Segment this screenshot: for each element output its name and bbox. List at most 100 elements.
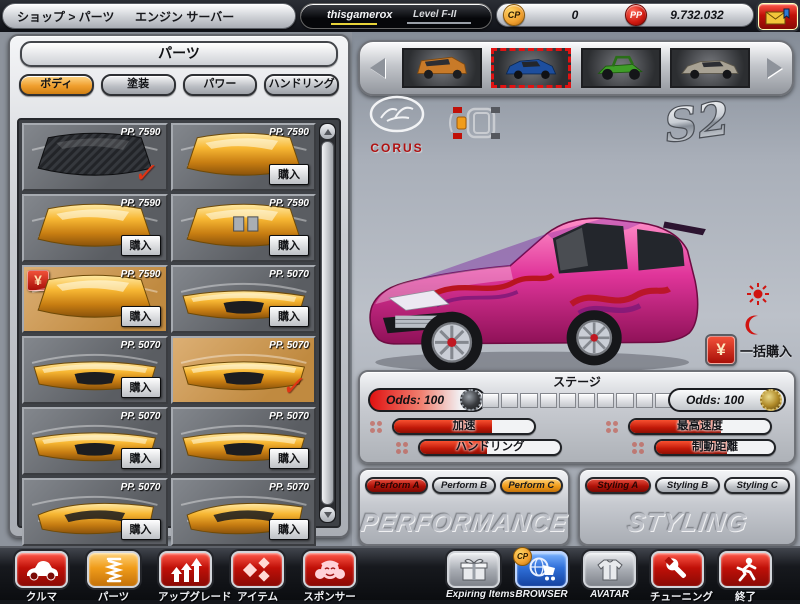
buy-button[interactable]: 購入 bbox=[120, 235, 161, 256]
carousel-left-arrow[interactable] bbox=[370, 58, 385, 78]
cp-balance: 0 bbox=[571, 8, 579, 22]
mail-button[interactable] bbox=[758, 3, 798, 30]
part-item-front-bumper-equipped[interactable]: PP. 5070 ✓ bbox=[170, 336, 316, 404]
car-thumb-blue-hatchback-selected[interactable] bbox=[491, 48, 572, 88]
wrench-icon bbox=[664, 556, 686, 578]
stat-bar-handling: ハンドリング bbox=[418, 439, 562, 456]
stat-dots bbox=[606, 421, 620, 434]
running-exit-icon bbox=[736, 557, 756, 581]
performance-panel: Perform A Perform B Perform C PERFORMANC… bbox=[358, 468, 570, 546]
tab-paint[interactable]: 塗装 bbox=[100, 74, 176, 96]
car-part-location-icon bbox=[449, 107, 500, 139]
sponsor-girl-icon bbox=[314, 560, 345, 579]
car-thumb-orange-van[interactable] bbox=[402, 48, 482, 88]
buy-button[interactable]: 購入 bbox=[120, 519, 161, 540]
part-item-front-bumper[interactable]: PP. 5070 購入 bbox=[22, 336, 168, 404]
green-buggy-image bbox=[597, 55, 643, 80]
part-item-front-bumper-angled[interactable]: PP. 5070 購入 bbox=[170, 478, 316, 546]
perform-b-button[interactable]: Perform B bbox=[432, 477, 496, 494]
perform-c-button[interactable]: Perform C bbox=[499, 477, 563, 494]
toolbar-avatar-button[interactable]: AVATAR bbox=[582, 551, 637, 604]
part-item-carbon-hood[interactable]: PP. 7590 ✓ bbox=[22, 123, 168, 191]
cp-coin-mini-icon: CP bbox=[513, 547, 532, 566]
buy-button[interactable]: 購入 bbox=[120, 306, 161, 327]
odds-right-button[interactable]: Odds: 100 bbox=[668, 388, 786, 412]
bulk-purchase-label: 一括購入 bbox=[739, 343, 792, 359]
orange-van-image bbox=[417, 56, 467, 79]
car-icon bbox=[26, 560, 58, 580]
styling-b-button[interactable]: Styling B bbox=[654, 477, 721, 494]
stat-label: 加速 bbox=[452, 420, 476, 432]
currency-pill: CP 0 PP 9.732.032 bbox=[496, 3, 754, 27]
sun-icon[interactable] bbox=[746, 282, 770, 306]
upgrade-arrows-icon bbox=[170, 557, 202, 582]
toolbar-parts-button[interactable]: パーツ bbox=[86, 551, 141, 604]
toolbar-browser-button[interactable]: CP BROWSER bbox=[513, 547, 569, 604]
scroll-up-arrow[interactable] bbox=[320, 124, 335, 139]
part-item-gold-hood[interactable]: PP. 7590 購入 bbox=[22, 194, 168, 262]
toolbar-items-button[interactable]: アイテム bbox=[230, 551, 285, 604]
parts-grid: PP. 7590 ✓ PP. 7590 購入 PP. 7590 購入 PP. 7… bbox=[22, 123, 316, 546]
carousel-thumbnails bbox=[402, 48, 750, 88]
part-item-gold-hood[interactable]: PP. 7590 購入 bbox=[170, 123, 316, 191]
part-price: PP. 7590 bbox=[120, 198, 161, 209]
moon-icon[interactable] bbox=[744, 314, 766, 336]
toolbar-car-button[interactable]: クルマ bbox=[14, 551, 69, 604]
toolbar-expiring-items-button[interactable]: Expiring Items bbox=[446, 551, 515, 604]
tab-power[interactable]: パワー bbox=[182, 74, 258, 96]
toolbar-label: 終了 bbox=[735, 591, 756, 603]
carousel-right-arrow[interactable] bbox=[767, 58, 782, 78]
gold-tire-icon bbox=[760, 389, 782, 411]
part-item-front-bumper-angled[interactable]: PP. 5070 購入 bbox=[22, 478, 168, 546]
odds-left-button[interactable]: Odds: 100 bbox=[368, 388, 486, 412]
styling-watermark: STYLING bbox=[625, 507, 750, 537]
styling-c-button[interactable]: Styling C bbox=[724, 477, 791, 494]
part-price: PP. 5070 bbox=[269, 269, 309, 280]
scroll-down-arrow[interactable] bbox=[320, 507, 335, 522]
player-pill: thisgamerox Level F-II bbox=[300, 3, 492, 29]
buy-button[interactable]: 購入 bbox=[269, 519, 309, 540]
car-thumb-green-buggy[interactable] bbox=[580, 48, 661, 88]
car-thumb-silver-sedan[interactable] bbox=[669, 48, 750, 88]
bulk-purchase-button[interactable]: ¥ 一括購入 bbox=[706, 336, 792, 364]
buy-button[interactable]: 購入 bbox=[120, 377, 161, 398]
car-model-logo: S2 bbox=[660, 90, 733, 154]
buy-button[interactable]: 購入 bbox=[269, 448, 309, 469]
parts-scrollbar[interactable] bbox=[319, 123, 336, 523]
stat-dots bbox=[396, 442, 410, 455]
toolbar-exit-button[interactable]: 終了 bbox=[718, 551, 773, 604]
tab-handling[interactable]: ハンドリング bbox=[264, 74, 339, 96]
part-item-front-bumper[interactable]: PP. 5070 購入 bbox=[170, 265, 316, 333]
pp-coin-icon: PP bbox=[625, 4, 647, 26]
toolbar-tuning-button[interactable]: チューニング bbox=[650, 551, 713, 604]
toolbar-label: BROWSER bbox=[515, 589, 568, 600]
styling-a-button[interactable]: Styling A bbox=[585, 477, 651, 494]
stage-panel: ステージ Odds: 100 Odds: 100 加速 最高速度 ハンドリング … bbox=[358, 370, 796, 464]
buy-button[interactable]: 購入 bbox=[269, 306, 309, 327]
shop-category-tabs: ボディ 塗装 パワー ハンドリング bbox=[19, 74, 339, 96]
scrollbar-thumb[interactable] bbox=[321, 141, 334, 505]
parts-list-container: PP. 7590 ✓ PP. 7590 購入 PP. 7590 購入 PP. 7… bbox=[17, 118, 341, 546]
part-item-vented-hood[interactable]: PP. 7590 購入 bbox=[170, 194, 316, 262]
part-item-gold-hood-marked[interactable]: ¥ PP. 7590 購入 bbox=[22, 265, 168, 333]
blue-hatchback-image bbox=[506, 59, 557, 80]
silver-sedan-image bbox=[681, 60, 739, 79]
toolbar-upgrade-button[interactable]: アップグレード bbox=[158, 551, 232, 604]
perform-a-button[interactable]: Perform A bbox=[365, 477, 429, 494]
breadcrumb: ショップ > パーツ bbox=[17, 10, 115, 24]
buy-button[interactable]: 購入 bbox=[269, 164, 309, 185]
buy-button[interactable]: 購入 bbox=[120, 448, 161, 469]
coil-spring-icon bbox=[104, 557, 123, 582]
pp-balance: 9.732.032 bbox=[670, 8, 724, 22]
part-price: PP. 5070 bbox=[269, 411, 309, 422]
part-item-front-bumper[interactable]: PP. 5070 購入 bbox=[22, 407, 168, 475]
part-item-front-bumper[interactable]: PP. 5070 購入 bbox=[170, 407, 316, 475]
toolbar-sponsor-button[interactable]: スポンサー bbox=[302, 551, 357, 604]
tab-body[interactable]: ボディ bbox=[19, 74, 94, 96]
stat-bar-top-speed: 最高速度 bbox=[628, 418, 772, 435]
part-price: PP. 5070 bbox=[120, 340, 161, 351]
part-price: PP. 5070 bbox=[269, 482, 309, 493]
buy-button[interactable]: 購入 bbox=[269, 235, 309, 256]
server-name: エンジン サーバー bbox=[135, 10, 235, 24]
toolbar-label: パーツ bbox=[97, 591, 130, 603]
